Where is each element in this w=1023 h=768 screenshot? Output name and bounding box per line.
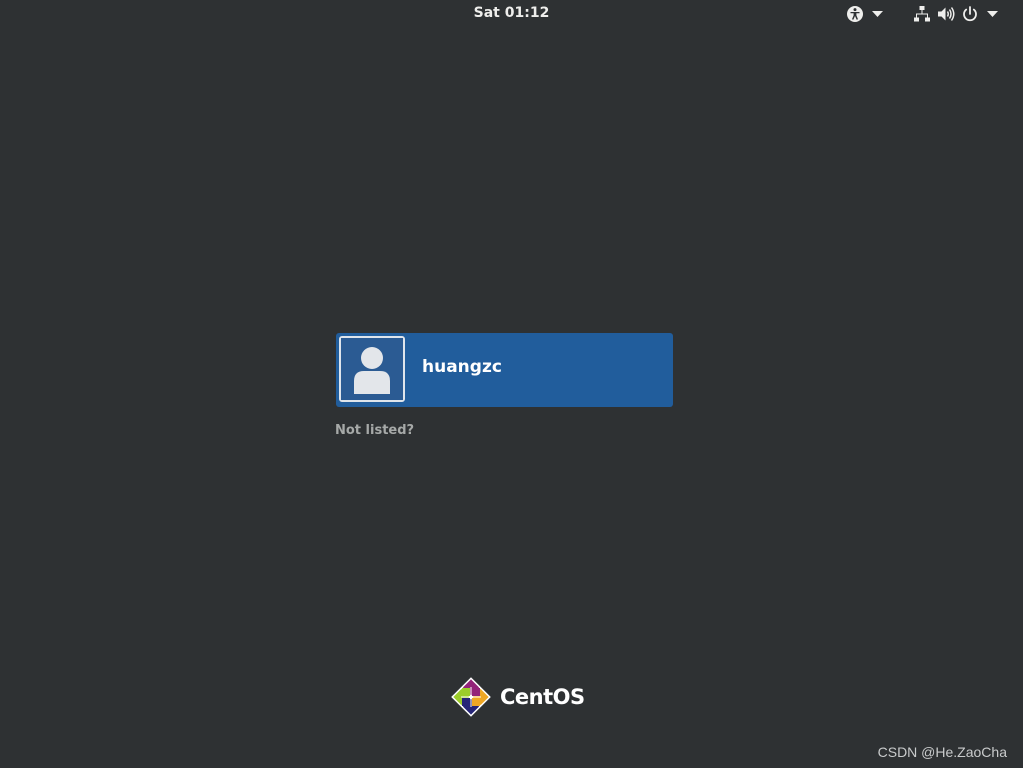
network-icon bbox=[913, 5, 931, 23]
chevron-down-icon bbox=[987, 11, 998, 17]
system-menu[interactable] bbox=[913, 4, 998, 24]
centos-logo-icon bbox=[451, 677, 491, 717]
volume-icon bbox=[937, 5, 955, 23]
clock-label[interactable]: Sat 01:12 bbox=[474, 5, 550, 21]
watermark: CSDN @He.ZaoCha bbox=[877, 744, 1007, 760]
accessibility-menu[interactable] bbox=[846, 4, 883, 24]
not-listed-link[interactable]: Not listed? bbox=[335, 423, 414, 438]
centos-logo: CentOS bbox=[449, 675, 585, 719]
login-screen: Sat 01:12 huangzc Not listed? CentOS CSD… bbox=[0, 0, 1023, 768]
user-name: huangzc bbox=[422, 357, 502, 377]
accessibility-icon bbox=[846, 5, 864, 23]
logo-text: CentOS bbox=[500, 685, 585, 709]
user-list-item[interactable]: huangzc bbox=[336, 333, 673, 407]
top-bar: Sat 01:12 bbox=[0, 0, 1023, 28]
power-icon bbox=[961, 5, 979, 23]
default-user-avatar-icon bbox=[341, 338, 403, 400]
chevron-down-icon bbox=[872, 11, 883, 17]
avatar bbox=[339, 336, 405, 402]
